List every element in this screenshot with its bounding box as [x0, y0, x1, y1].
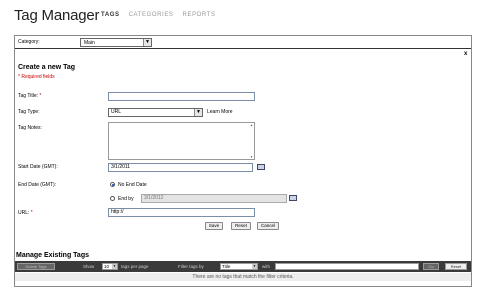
with-label: with: [262, 264, 271, 269]
tag-panel: Category: Main ▼ x Create a new Tag * Re…: [14, 35, 472, 287]
tag-type-select[interactable]: URL ▼: [108, 108, 203, 117]
tag-notes-textarea[interactable]: ▲ ▼: [108, 122, 255, 160]
manage-toolbar: Delete Tags Show 10 ▼ tags per page Filt…: [15, 261, 471, 272]
filter-label: Filter tags by: [178, 264, 204, 269]
app-header: Tag Manager TAGS CATEGORIES REPORTS: [0, 0, 480, 30]
cancel-button[interactable]: Cancel: [257, 222, 279, 230]
filter-reset-button[interactable]: Reset: [445, 263, 467, 270]
no-end-date-label: No End Date: [118, 182, 147, 188]
end-by-label: End by: [118, 196, 134, 202]
go-button[interactable]: Go: [423, 263, 439, 270]
delete-tags-button[interactable]: Delete Tags: [17, 263, 55, 270]
close-icon[interactable]: x: [464, 51, 467, 57]
end-date-label: End Date (GMT):: [18, 182, 57, 188]
show-label: Show: [83, 264, 95, 269]
per-page-label: tags per page: [121, 264, 149, 269]
save-button[interactable]: Save: [205, 222, 223, 230]
tab-categories[interactable]: CATEGORIES: [129, 12, 174, 18]
chevron-down-icon: ▼: [112, 264, 117, 269]
url-input[interactable]: http://: [108, 208, 255, 217]
chevron-down-icon: ▼: [143, 39, 151, 46]
required-note: * Required fields: [18, 74, 55, 80]
tab-tags[interactable]: TAGS: [101, 12, 120, 18]
category-bar: Category: Main ▼: [15, 36, 471, 49]
per-page-value: 10: [104, 264, 110, 269]
learn-more-link[interactable]: Learn More: [207, 109, 233, 115]
scroll-up-icon[interactable]: ▲: [249, 123, 254, 127]
create-tag-title: Create a new Tag: [18, 64, 76, 71]
tag-type-value: URL: [111, 109, 122, 115]
calendar-icon[interactable]: [289, 195, 297, 201]
calendar-icon[interactable]: [257, 164, 265, 170]
reset-button[interactable]: Reset: [231, 222, 251, 230]
filter-select[interactable]: Title ▼: [220, 263, 258, 270]
main-nav: TAGS CATEGORIES REPORTS: [101, 12, 216, 18]
app-title: Tag Manager: [14, 7, 100, 24]
start-date-label: Start Date (GMT):: [18, 164, 58, 170]
tag-notes-label: Tag Notes:: [18, 125, 42, 131]
tag-title-label: Tag Title: *: [18, 93, 42, 99]
tab-reports[interactable]: REPORTS: [183, 12, 216, 18]
no-end-date-radio[interactable]: [110, 182, 115, 187]
category-select-value: Main: [84, 40, 95, 46]
start-date-input[interactable]: 3/1/2011: [108, 163, 253, 172]
category-select[interactable]: Main ▼: [80, 38, 152, 47]
scroll-down-icon[interactable]: ▼: [249, 155, 254, 159]
empty-results-message: There are no tags that match the filter …: [15, 273, 471, 281]
chevron-down-icon: ▼: [194, 109, 202, 116]
filter-text-input[interactable]: [275, 263, 419, 270]
tag-title-input[interactable]: [108, 92, 255, 101]
manage-tags-title: Manage Existing Tags: [16, 252, 89, 259]
category-label: Category:: [18, 39, 40, 45]
tag-type-label: Tag Type:: [18, 109, 40, 115]
end-by-radio[interactable]: [110, 196, 115, 201]
url-label: URL: *: [18, 210, 33, 216]
end-by-input[interactable]: 3/1/2012: [141, 194, 287, 203]
filter-value: Title: [222, 264, 231, 269]
per-page-select[interactable]: 10 ▼: [102, 263, 118, 270]
chevron-down-icon: ▼: [252, 264, 257, 269]
